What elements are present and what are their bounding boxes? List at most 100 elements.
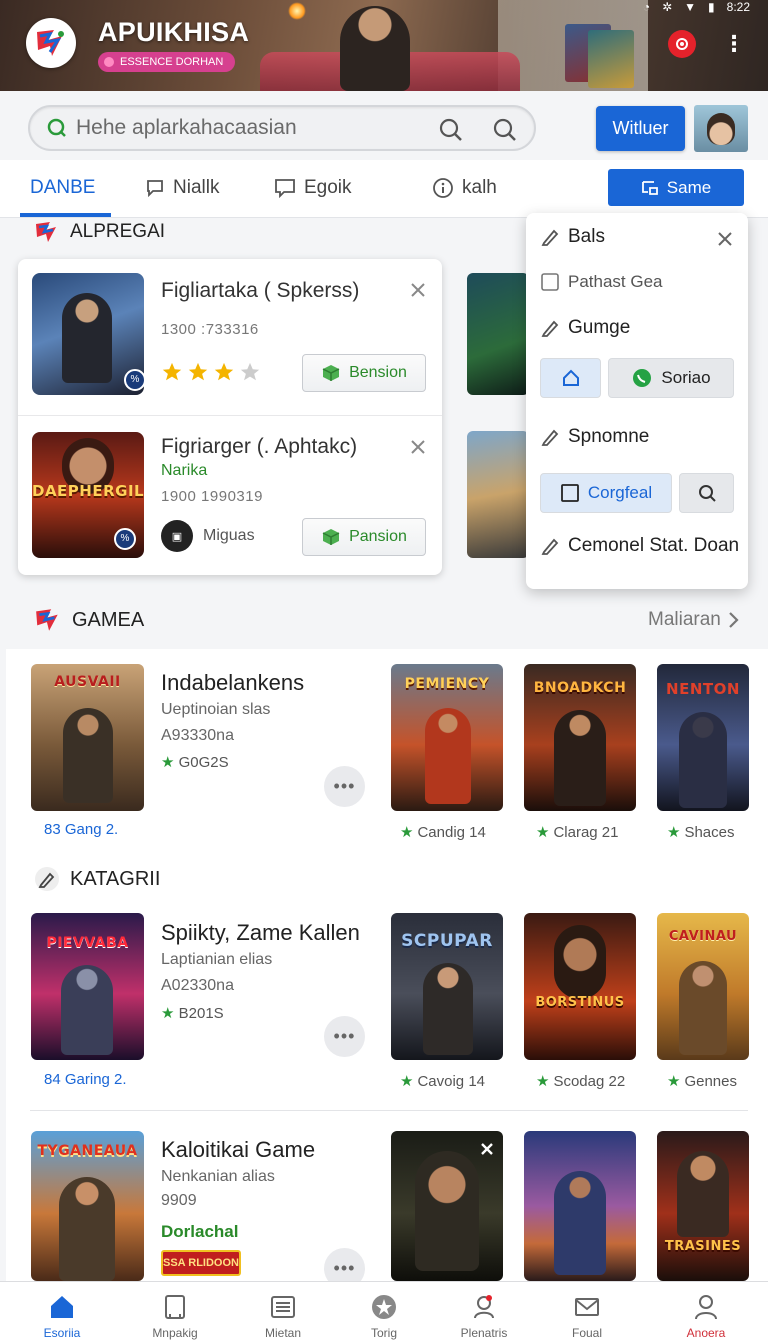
home-shortcut-button[interactable] [540, 358, 601, 398]
tab-action-button[interactable]: Same [608, 169, 744, 206]
nav-item-plenatris[interactable]: Plenatris [434, 1282, 534, 1344]
popup-search-button[interactable] [679, 473, 734, 513]
star-icon [240, 362, 260, 381]
nav-item-home[interactable]: Esoriia [12, 1282, 112, 1344]
tab-niallk[interactable]: Niallk [145, 160, 219, 216]
game-tile[interactable]: BNOADKCH [524, 664, 636, 811]
close-icon[interactable] [716, 230, 734, 248]
search-input[interactable] [76, 116, 426, 140]
game-thumbnail[interactable] [467, 273, 529, 395]
game-tile[interactable]: PEMIENCY [391, 664, 503, 811]
tab-kalh[interactable]: kalh [432, 160, 497, 216]
checkbox-icon [560, 484, 579, 502]
section-title-gamea: GAMEA [34, 607, 144, 633]
tab-danbe[interactable]: DANBE [30, 160, 95, 216]
tile-caption: ★ Gennes [667, 1073, 737, 1090]
list-icon [271, 1296, 295, 1318]
game-tile[interactable]: SCPUPAR [391, 913, 503, 1060]
more-options-button[interactable]: ••• [324, 766, 365, 807]
close-icon[interactable] [409, 438, 427, 456]
game-tile[interactable]: NENTON [657, 664, 749, 811]
card-user[interactable]: ▣ Miguas [161, 520, 255, 552]
game-tile[interactable] [391, 1131, 503, 1281]
star-icon: ★ [161, 754, 175, 771]
app-logo[interactable] [26, 18, 76, 68]
tile-caption: ★ Shaces [667, 824, 735, 841]
house-icon [562, 369, 579, 386]
card-number: 1900 1990319 [161, 488, 263, 505]
search-bar[interactable] [28, 105, 536, 151]
card-title: Figriarger (. Aphtakc) [161, 435, 358, 458]
nav-item-mnpakig[interactable]: Mnpakig [125, 1282, 225, 1344]
game-count[interactable]: 83 Gang 2. [44, 821, 118, 838]
game-title: Kaloitikai Game [161, 1137, 316, 1162]
status-bar: ◔ ✲ ▼ ▮ 8:22 [643, 0, 750, 14]
profile-icon [695, 1295, 717, 1320]
game-thumbnail: PIEVVABA [31, 913, 144, 1060]
tile-caption: ★ Candig 14 [400, 824, 486, 841]
popup-item[interactable]: Gumge [540, 317, 630, 339]
star-icon: ★ [536, 1073, 550, 1090]
brand-logo-icon [36, 222, 56, 242]
star-icon: ★ [536, 824, 550, 841]
star-icon [162, 362, 182, 381]
brand-logo-icon [36, 609, 58, 631]
rating-stars [161, 361, 261, 383]
featured-card[interactable]: % Figliartaka ( Spkerss) 1300 :733316 Be… [18, 259, 442, 415]
star-icon [372, 1295, 396, 1319]
close-icon[interactable] [409, 281, 427, 299]
checkbox-icon [541, 273, 559, 291]
social-button[interactable]: Soriao [608, 358, 734, 398]
checkbox-button[interactable]: Corgfeal [540, 473, 672, 513]
game-subtitle: Nenkanian alias [161, 1168, 275, 1185]
game-count[interactable]: 84 Garing 2. [44, 1071, 127, 1088]
notification-button[interactable] [668, 30, 696, 58]
game-subtitle: Laptianian elias [161, 951, 273, 968]
more-options-button[interactable]: ••• [324, 1016, 365, 1057]
star-icon: ★ [667, 824, 681, 841]
popup-item[interactable]: Spnomne [540, 426, 649, 448]
platform-badge-icon: % [124, 369, 144, 391]
tile-caption: ★ Scodag 22 [536, 1073, 626, 1090]
chevron-right-icon [729, 612, 739, 628]
card-icon [641, 180, 658, 195]
popup-checkbox-item[interactable]: Pathast Gea [540, 272, 663, 292]
comment-icon [275, 179, 295, 198]
app-subtitle-badge: ESSENCE DORHAN [98, 52, 236, 72]
battery-icon: ▮ [708, 0, 715, 14]
pansion-button[interactable]: Pansion [302, 518, 426, 556]
game-thumbnail: DAEPHERGIL % [32, 432, 144, 558]
primary-action-button[interactable]: Witluer [596, 106, 685, 151]
search-icon[interactable] [438, 117, 464, 143]
popup-item[interactable]: Cemonel Stat. Doan [540, 535, 739, 557]
nav-item-mietan[interactable]: Mietan [233, 1282, 333, 1344]
tab-egoik[interactable]: Egoik [274, 160, 352, 216]
avatar[interactable] [694, 105, 748, 152]
game-tile[interactable]: TRASINES [657, 1131, 749, 1281]
see-all-link[interactable]: Maliaran [648, 609, 739, 631]
close-icon[interactable] [479, 1141, 495, 1157]
game-tag: Dorlachal [161, 1222, 239, 1241]
game-tile[interactable]: BORSTINUS [524, 913, 636, 1060]
featured-card[interactable]: DAEPHERGIL % Figriarger (. Aphtakc) Nari… [18, 415, 442, 571]
nav-item-foual[interactable]: Foual [537, 1282, 637, 1344]
game-rating: ★ B201S [161, 1005, 224, 1022]
game-thumbnail: AUSVAII [31, 664, 144, 811]
search-icon [698, 485, 716, 502]
pin-icon [474, 1295, 494, 1319]
promo-badge[interactable]: SSA RLIDOON [161, 1250, 241, 1276]
card-number: 1300 :733316 [161, 321, 259, 338]
game-tile[interactable] [524, 1131, 636, 1281]
bension-button[interactable]: Bension [302, 354, 426, 392]
game-title: Spiikty, Zame Kallen [161, 920, 360, 945]
search-icon[interactable] [492, 117, 518, 143]
game-thumbnail[interactable] [467, 431, 529, 558]
signal-icon: ◔ [642, 0, 651, 14]
game-title: Indabelankens [161, 670, 305, 695]
nav-item-anoera[interactable]: Anoera [656, 1282, 756, 1344]
game-tile[interactable]: CAVINAU [657, 913, 749, 1060]
star-icon: ★ [400, 824, 414, 841]
nav-item-torig[interactable]: Torig [334, 1282, 434, 1344]
cube-icon [322, 529, 340, 545]
more-menu-button[interactable]: ⋮ [720, 30, 748, 58]
